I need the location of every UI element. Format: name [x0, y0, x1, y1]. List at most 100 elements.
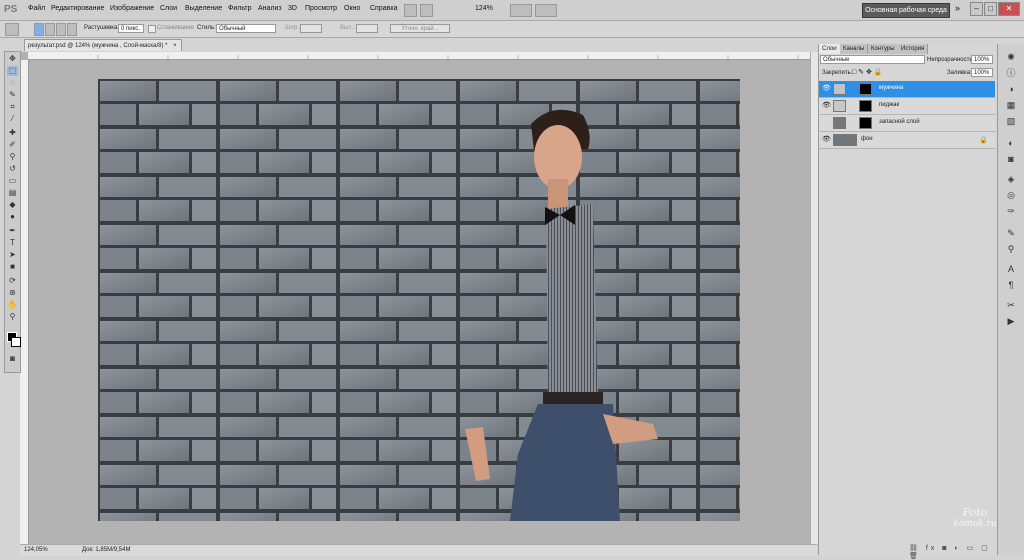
zoom-tool-icon[interactable]: ⚲	[7, 312, 18, 322]
arrange-documents-button[interactable]	[535, 4, 557, 17]
opacity-input[interactable]: 100%	[971, 55, 993, 64]
menu-window[interactable]: Окно	[344, 5, 360, 12]
styles-icon[interactable]: ▧	[1005, 116, 1017, 127]
layer-row[interactable]: 👁 мужчина	[819, 81, 995, 98]
close-document-icon[interactable]: ×	[173, 43, 177, 49]
layer-mask-thumbnail[interactable]	[859, 100, 872, 112]
tab-paths[interactable]: Контуры	[868, 44, 899, 54]
move-tool-icon[interactable]: ✥	[7, 54, 18, 64]
menu-select[interactable]: Выделение	[185, 5, 222, 12]
3d-rotate-tool-icon[interactable]: ⟳	[7, 276, 18, 286]
eye-icon[interactable]: 👁	[822, 102, 831, 109]
layer-mask-thumbnail[interactable]	[859, 117, 872, 129]
quick-select-tool-icon[interactable]: ✎	[7, 90, 18, 100]
type-tool-icon[interactable]: T	[7, 238, 18, 248]
tab-history[interactable]: История	[898, 44, 929, 54]
zoom-tool-shortcut[interactable]	[420, 4, 433, 17]
healing-brush-tool-icon[interactable]: ✚	[7, 128, 18, 138]
menu-analysis[interactable]: Анализ	[258, 5, 282, 12]
menu-file[interactable]: Файл	[28, 5, 45, 12]
path-select-tool-icon[interactable]: ➤	[7, 250, 18, 260]
shape-tool-icon[interactable]: ■	[7, 262, 18, 272]
menu-image[interactable]: Изображение	[110, 5, 154, 12]
layer-row[interactable]: 👁 фон 🔒	[819, 132, 995, 149]
maximize-button[interactable]: □	[984, 2, 997, 16]
eye-icon[interactable]	[822, 119, 829, 126]
layers-dock-icon[interactable]: ◈	[1005, 174, 1017, 185]
navigator-icon[interactable]: ✺	[1005, 52, 1017, 63]
adjustments-icon[interactable]: ◐	[1005, 138, 1017, 149]
marquee-tool-preset-icon[interactable]	[5, 23, 19, 36]
info-icon[interactable]: ⓘ	[1005, 68, 1017, 79]
paragraph-icon[interactable]: ¶	[1005, 280, 1017, 291]
ruler-horizontal[interactable]	[28, 52, 810, 60]
close-button[interactable]: ✕	[998, 2, 1020, 16]
paths-dock-icon[interactable]: ✑	[1005, 206, 1017, 217]
layer-row[interactable]: запасной слой	[819, 115, 995, 132]
clone-stamp-tool-icon[interactable]: ⚲	[7, 152, 18, 162]
intersect-selection-icon[interactable]	[67, 23, 77, 36]
refine-edge-button[interactable]: Уточн. край...	[390, 24, 450, 33]
tab-layers[interactable]: Слои	[819, 44, 841, 54]
history-brush-tool-icon[interactable]: ↺	[7, 164, 18, 174]
brush-tool-icon[interactable]: ✐	[7, 140, 18, 150]
lasso-tool-icon[interactable]: ◌	[7, 78, 18, 88]
swatches-icon[interactable]: ▦	[1005, 100, 1017, 111]
canvas-image[interactable]	[98, 79, 740, 521]
gradient-tool-icon[interactable]: ▤	[7, 188, 18, 198]
menu-edit[interactable]: Редактирование	[51, 5, 104, 12]
width-input[interactable]	[300, 24, 322, 33]
style-select[interactable]: Обычный	[216, 24, 276, 33]
menu-view[interactable]: Просмотр	[305, 5, 337, 12]
subtract-selection-icon[interactable]	[56, 23, 66, 36]
zoom-level-menu[interactable]: 124%	[475, 5, 493, 12]
workspace-button[interactable]: Основная рабочая среда	[862, 3, 950, 18]
clone-source-icon[interactable]: ⚲	[1005, 244, 1017, 255]
marquee-tool-icon[interactable]: ⬚	[7, 66, 18, 76]
hand-tool-icon[interactable]: ✋	[7, 300, 18, 310]
actions-icon[interactable]: ▶	[1005, 316, 1017, 327]
antialias-checkbox[interactable]	[148, 25, 156, 33]
hand-tool-shortcut[interactable]	[404, 4, 417, 17]
fill-input[interactable]: 100%	[971, 68, 993, 77]
feather-input[interactable]: 0 пикс.	[118, 24, 144, 33]
watermark-logo: Foto komok.ru	[953, 506, 997, 529]
crop-tool-icon[interactable]: ⌗	[7, 102, 18, 112]
ruler-vertical[interactable]	[20, 60, 29, 544]
height-input[interactable]	[356, 24, 378, 33]
pen-tool-icon[interactable]: ✒	[7, 226, 18, 236]
3d-orbit-tool-icon[interactable]: ⊛	[7, 288, 18, 298]
eyedropper-tool-icon[interactable]: ⁄	[7, 114, 18, 124]
brush-dock-icon[interactable]: ✎	[1005, 228, 1017, 239]
layer-mask-thumbnail[interactable]	[859, 83, 872, 95]
character-icon[interactable]: A	[1005, 264, 1017, 275]
eye-icon[interactable]: 👁	[822, 136, 831, 143]
blur-tool-icon[interactable]: ◆	[7, 200, 18, 210]
document-tab[interactable]: результат.psd @ 124% (мужчина , Слой-мас…	[24, 39, 182, 51]
dodge-tool-icon[interactable]: ●	[7, 212, 18, 222]
menu-help[interactable]: Справка	[370, 5, 397, 12]
screen-mode-button[interactable]	[510, 4, 532, 17]
masks-icon[interactable]: ◙	[1005, 154, 1017, 165]
menu-3d[interactable]: 3D	[288, 5, 297, 12]
color-icon[interactable]: ◑	[1005, 84, 1017, 95]
quick-mask-icon[interactable]: ◙	[7, 354, 18, 364]
background-color-swatch[interactable]	[11, 337, 21, 347]
tool-presets-icon[interactable]: ✂	[1005, 300, 1017, 311]
blend-mode-select[interactable]: Обычные	[820, 55, 925, 64]
eye-icon[interactable]: 👁	[822, 85, 831, 92]
menu-filter[interactable]: Фильтр	[228, 5, 252, 12]
more-workspaces-icon[interactable]: »	[955, 3, 960, 13]
menu-layers[interactable]: Слои	[160, 5, 177, 12]
eraser-tool-icon[interactable]: ▭	[7, 176, 18, 186]
layer-row[interactable]: 👁 пиджак	[819, 98, 995, 115]
lock-icons[interactable]: □ ✎ ✥ 🔒	[852, 69, 892, 77]
add-to-selection-icon[interactable]	[45, 23, 55, 36]
channels-dock-icon[interactable]: ◎	[1005, 190, 1017, 201]
status-zoom[interactable]: 124,05%	[24, 547, 48, 553]
minimize-button[interactable]: –	[970, 2, 983, 16]
new-selection-icon[interactable]	[34, 23, 44, 36]
vertical-scrollbar[interactable]	[810, 52, 818, 544]
menu-bar: PS Файл Редактирование Изображение Слои …	[0, 0, 1024, 21]
tab-channels[interactable]: Каналы	[840, 44, 869, 54]
